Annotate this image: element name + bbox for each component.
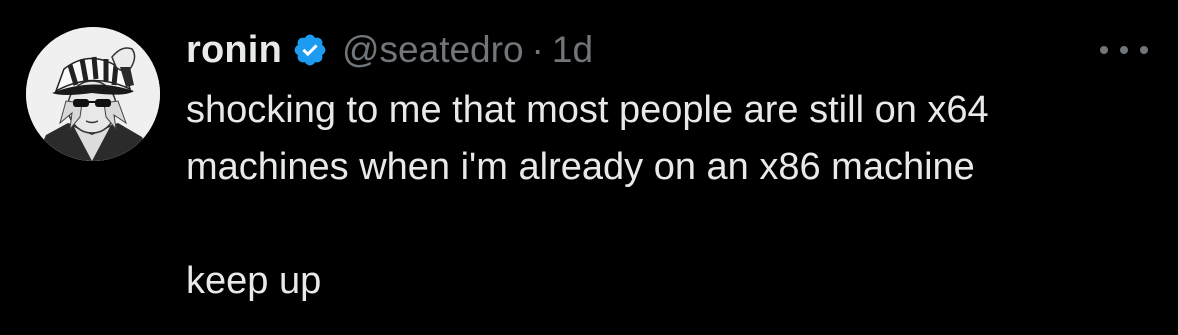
header-separator: · bbox=[531, 29, 544, 70]
tweet-text-line: keep up bbox=[186, 260, 322, 302]
tweet-text-line: shocking to me that most people are stil… bbox=[186, 89, 989, 131]
author-name[interactable]: ronin bbox=[186, 29, 282, 72]
tweet-card[interactable]: ronin @seatedro · 1d shocking to me that… bbox=[0, 0, 1178, 335]
more-dot bbox=[1140, 46, 1148, 54]
avatar[interactable] bbox=[26, 27, 160, 161]
more-dot bbox=[1120, 46, 1128, 54]
verified-badge-icon bbox=[292, 32, 328, 68]
more-options-icon[interactable] bbox=[1100, 38, 1148, 62]
tweet-text-line: machines when i'm already on an x86 mach… bbox=[186, 146, 975, 188]
author-handle[interactable]: @seatedro bbox=[342, 29, 524, 71]
tweet-header: ronin @seatedro · 1d bbox=[186, 22, 593, 78]
more-dot bbox=[1100, 46, 1108, 54]
avatar-image bbox=[26, 27, 160, 161]
tweet-timestamp[interactable]: 1d bbox=[552, 29, 593, 71]
